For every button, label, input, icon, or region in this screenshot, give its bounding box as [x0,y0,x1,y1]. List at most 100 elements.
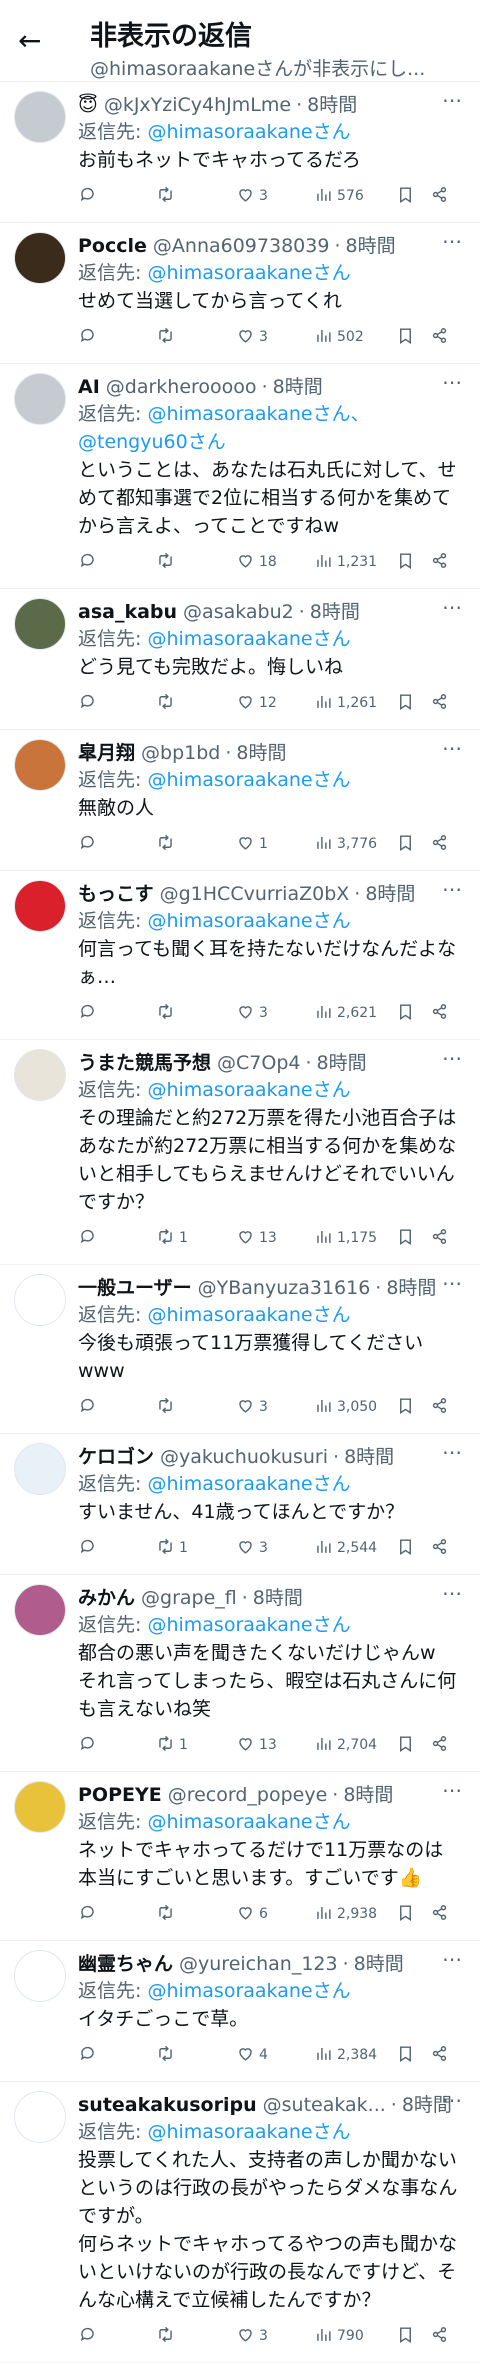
more-icon[interactable]: ⋯ [442,2090,464,2114]
views-button[interactable]: 2,704 [314,1734,396,1757]
reply-button[interactable] [78,326,156,349]
avatar[interactable] [14,232,66,284]
display-name[interactable]: asa_kabu [78,601,177,623]
like-button[interactable]: 3 [236,1002,314,1025]
display-name[interactable]: 一般ユーザー [78,1273,192,1300]
user-handle[interactable]: @suteakak... [263,2094,386,2116]
mention-link[interactable]: @himasoraakaneさん [147,628,350,650]
bookmark-button[interactable] [396,833,430,856]
reply-button[interactable] [78,1227,156,1250]
timestamp[interactable]: 8時間 [354,1949,404,1976]
display-name[interactable]: 😇 [78,94,98,116]
share-button[interactable] [430,1903,454,1926]
like-button[interactable]: 3 [236,1396,314,1419]
share-button[interactable] [430,833,454,856]
display-name[interactable]: POPEYE [78,1784,162,1806]
mention-link[interactable]: @himasoraakaneさん [147,1079,350,1101]
reply-tweet[interactable]: ⋯ asa_kabu @asakabu2 · 8時間 返信先: @himasor… [0,589,480,730]
avatar[interactable] [14,1443,66,1495]
retweet-button[interactable] [156,833,236,856]
retweet-button[interactable] [156,2325,236,2348]
like-button[interactable]: 6 [236,1903,314,1926]
bookmark-button[interactable] [396,1227,430,1250]
timestamp[interactable]: 8時間 [345,231,395,258]
views-button[interactable]: 1,175 [314,1227,396,1250]
bookmark-button[interactable] [396,1734,430,1757]
avatar[interactable] [14,1584,66,1636]
share-button[interactable] [430,1002,454,1025]
like-button[interactable]: 3 [236,1537,314,1560]
retweet-button[interactable] [156,185,236,208]
bookmark-button[interactable] [396,1903,430,1926]
more-icon[interactable]: ⋯ [442,1442,464,1466]
bookmark-button[interactable] [396,1396,430,1419]
share-button[interactable] [430,326,454,349]
display-name[interactable]: Poccle [78,235,147,257]
user-handle[interactable]: @grape_fl [141,1587,237,1609]
display-name[interactable]: 皐月翔 [78,738,135,765]
reply-button[interactable] [78,833,156,856]
reply-button[interactable] [78,185,156,208]
timestamp[interactable]: 8時間 [236,738,286,765]
like-button[interactable]: 4 [236,2044,314,2067]
display-name[interactable]: もっこす [78,879,154,906]
display-name[interactable]: みかん [78,1583,135,1610]
reply-tweet[interactable]: ⋯ 😇 @kJxYziCy4hJmLme · 8時間 返信先: @himasor… [0,82,480,223]
mention-link[interactable]: @himasoraakaneさん [147,1614,350,1636]
avatar[interactable] [14,880,66,932]
share-button[interactable] [430,1227,454,1250]
retweet-button[interactable] [156,692,236,715]
back-arrow-icon[interactable]: ← [18,26,48,56]
display-name[interactable]: うまた競馬予想 [78,1048,211,1075]
user-handle[interactable]: @asakabu2 [183,601,294,623]
like-button[interactable]: 3 [236,326,314,349]
like-button[interactable]: 3 [236,185,314,208]
reply-button[interactable] [78,1734,156,1757]
avatar[interactable] [14,2091,66,2143]
reply-button[interactable] [78,1396,156,1419]
avatar[interactable] [14,373,66,425]
share-button[interactable] [430,1396,454,1419]
reply-button[interactable] [78,2044,156,2067]
mention-link[interactable]: @himasoraakaneさん [147,910,350,932]
avatar[interactable] [14,1274,66,1326]
retweet-button[interactable] [156,326,236,349]
user-handle[interactable]: @yureichan_123 [179,1953,338,1975]
bookmark-button[interactable] [396,326,430,349]
like-button[interactable]: 13 [236,1734,314,1757]
retweet-button[interactable] [156,1002,236,1025]
bookmark-button[interactable] [396,692,430,715]
avatar[interactable] [14,598,66,650]
bookmark-button[interactable] [396,1002,430,1025]
timestamp[interactable]: 8時間 [343,1780,393,1807]
bookmark-button[interactable] [396,1537,430,1560]
display-name[interactable]: AI [78,376,100,398]
user-handle[interactable]: @bp1bd [141,742,220,764]
mention-link[interactable]: @himasoraakaneさん [147,1980,350,2002]
bookmark-button[interactable] [396,185,430,208]
timestamp[interactable]: 8時間 [344,1442,394,1469]
views-button[interactable]: 2,384 [314,2044,396,2067]
views-button[interactable]: 3,050 [314,1396,396,1419]
more-icon[interactable]: ⋯ [442,372,464,396]
share-button[interactable] [430,185,454,208]
reply-tweet[interactable]: ⋯ 皐月翔 @bp1bd · 8時間 返信先: @himasoraakaneさん… [0,730,480,871]
user-handle[interactable]: @g1HCCvurriaZ0bX [160,883,350,905]
views-button[interactable]: 1,231 [314,551,396,574]
timestamp[interactable]: 8時間 [317,1048,367,1075]
avatar[interactable] [14,1049,66,1101]
views-button[interactable]: 2,544 [314,1537,396,1560]
share-button[interactable] [430,2325,454,2348]
more-icon[interactable]: ⋯ [442,1780,464,1804]
reply-button[interactable] [78,1903,156,1926]
retweet-button[interactable]: 1 [156,1734,236,1757]
mention-link[interactable]: @himasoraakaneさん [147,121,350,143]
display-name[interactable]: 幽霊ちゃん [78,1949,173,1976]
reply-tweet[interactable]: ⋯ POPEYE @record_popeye · 8時間 返信先: @hima… [0,1772,480,1941]
timestamp[interactable]: 8時間 [273,372,323,399]
more-icon[interactable]: ⋯ [442,1949,464,1973]
share-button[interactable] [430,551,454,574]
share-button[interactable] [430,2044,454,2067]
display-name[interactable]: ケロゴン [78,1442,154,1469]
retweet-button[interactable] [156,551,236,574]
